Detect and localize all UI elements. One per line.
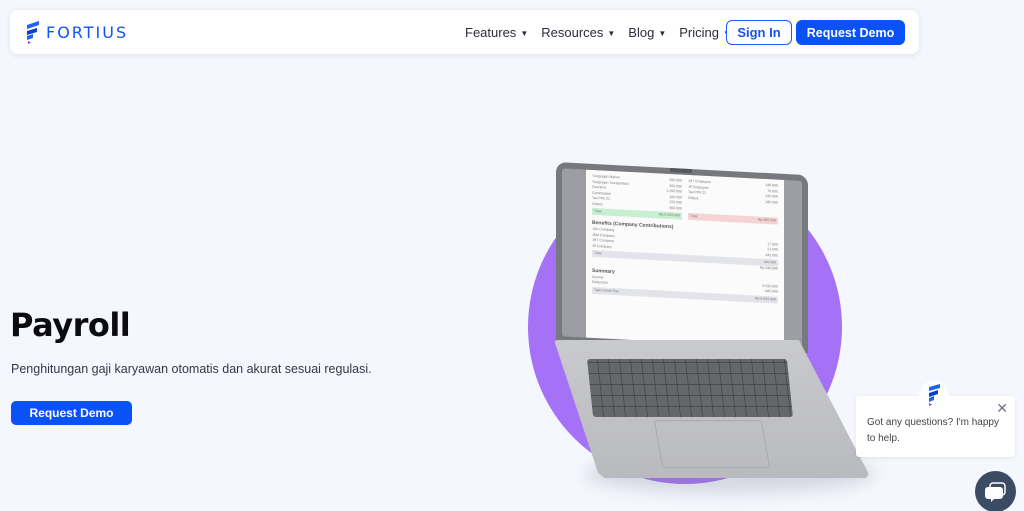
nav-item-label: Pricing <box>679 24 719 40</box>
chevron-down-icon: ▼ <box>607 28 616 38</box>
nav-item-label: Resources <box>541 24 604 40</box>
total-value: Rp 695.000 <box>757 217 776 223</box>
deduction-column: JHT Employee 140.000 JP Employee 76.000 Ta… <box>688 179 778 225</box>
fortius-logo-icon <box>24 21 40 44</box>
nav-item-label: Blog <box>628 24 655 40</box>
total-label: Total <box>594 250 602 256</box>
chat-message: Got any questions? I'm happy to help. <box>867 417 999 444</box>
row-label: JP Company <box>592 243 612 249</box>
request-demo-nav-button[interactable]: Request Demo <box>796 20 905 45</box>
hero-subtitle: Penghitungan gaji karyawan otomatis dan … <box>11 362 372 376</box>
nav-item-blog[interactable]: Blog ▼ <box>628 25 666 40</box>
chevron-down-icon: ▼ <box>658 28 667 38</box>
laptop-screen: Tunjangan Makan 200.000 Tunjangan Transpo… <box>556 162 808 354</box>
nav-menu: Features ▼ Resources ▼ Blog ▼ Pricing ▼ <box>465 10 744 54</box>
total-label: Total <box>690 214 698 219</box>
navbar: FORTIUS Features ▼ Resources ▼ Blog ▼ Pr… <box>10 10 919 54</box>
camera-notch <box>670 167 692 174</box>
total-label: Total <box>594 208 602 214</box>
request-demo-hero-button[interactable]: Request Demo <box>11 401 132 425</box>
chat-bubble-icon <box>984 481 1006 502</box>
row-value: 342.000 <box>765 252 778 258</box>
benefits-grand-total: Rp 540.800 <box>759 265 778 271</box>
row-value: - 695.000 <box>763 288 778 294</box>
row-label: Deduction <box>592 279 608 285</box>
fortius-logo-icon <box>929 384 940 406</box>
income-column: Tunjangan Makan 200.000 Tunjangan Transpo… <box>592 174 682 220</box>
laptop-trackpad <box>653 420 771 468</box>
row-label: Others <box>688 195 699 200</box>
row-value: 180.000 <box>765 199 778 205</box>
laptop-display: Tunjangan Makan 200.000 Tunjangan Transpo… <box>562 168 802 349</box>
row-value: 300.000 <box>669 205 682 211</box>
close-icon[interactable]: ✕ <box>996 400 1008 417</box>
nav-item-resources[interactable]: Resources ▼ <box>541 25 615 40</box>
brand-logo[interactable]: FORTIUS <box>24 21 129 44</box>
nav-item-features[interactable]: Features ▼ <box>465 25 528 40</box>
row-label: Others <box>592 201 603 206</box>
total-value: Rp 8.835.000 <box>754 295 776 302</box>
chat-launcher-button[interactable] <box>975 471 1016 511</box>
nav-item-pricing[interactable]: Pricing ▼ <box>679 25 731 40</box>
laptop-keyboard <box>586 359 794 417</box>
chat-avatar <box>919 381 949 411</box>
chevron-down-icon: ▼ <box>520 28 529 38</box>
brand-name: FORTIUS <box>46 22 129 42</box>
nav-item-label: Features <box>465 24 517 40</box>
total-value: Rp 9.520.000 <box>658 212 680 218</box>
total-label: Take Home Pay <box>594 287 619 293</box>
payroll-slip-preview: Tunjangan Makan 200.000 Tunjangan Transpo… <box>586 169 784 348</box>
sign-in-button[interactable]: Sign In <box>726 20 792 45</box>
page-title: Payroll <box>10 306 131 344</box>
